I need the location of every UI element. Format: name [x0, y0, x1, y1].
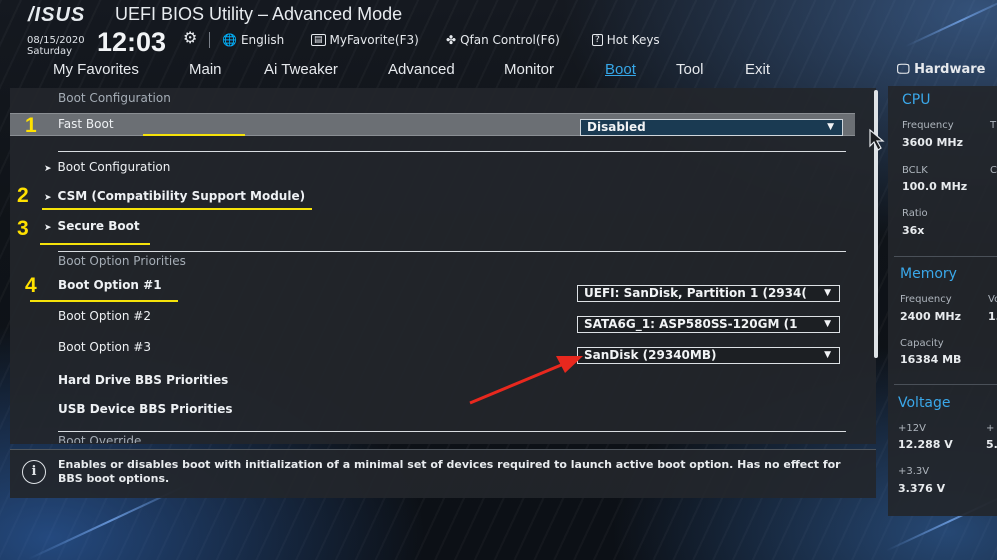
mouse-cursor-icon — [869, 128, 885, 151]
red-arrow-annotation — [469, 356, 583, 405]
